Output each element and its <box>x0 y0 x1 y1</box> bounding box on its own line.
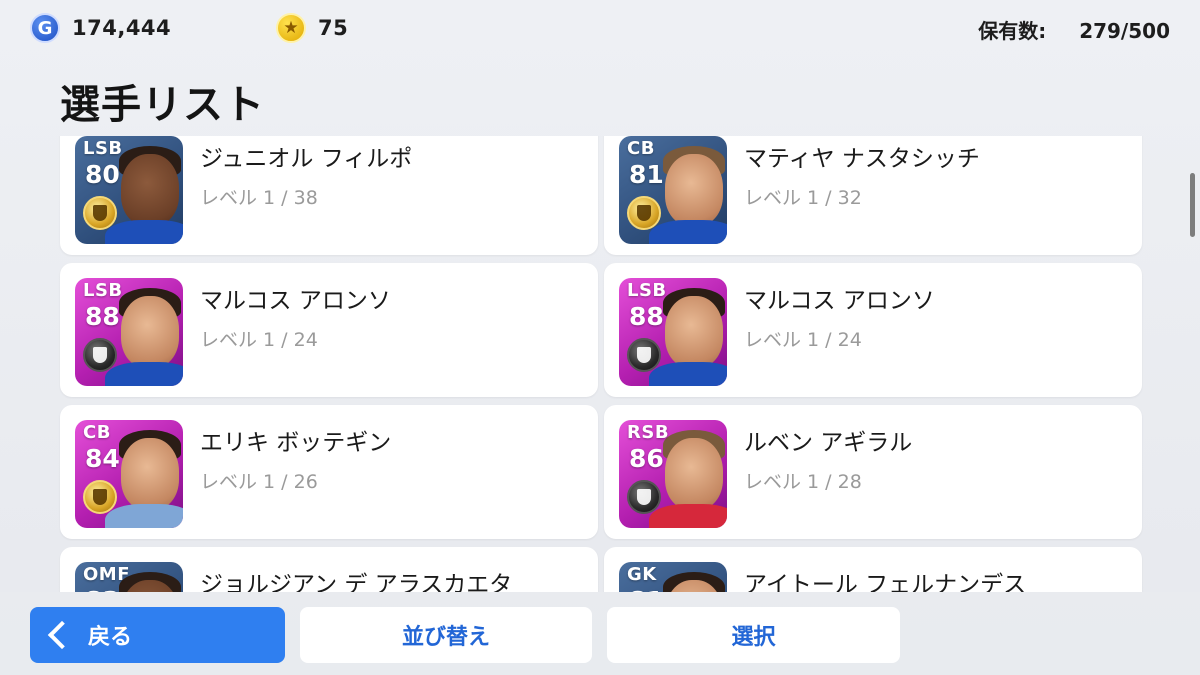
star-coin-icon: ★ <box>276 13 306 43</box>
player-photo-face <box>121 438 179 510</box>
sort-button-label: 並び替え <box>401 625 490 650</box>
coin-balance: ★ 75 <box>276 12 348 44</box>
player-position: LSB <box>627 280 667 301</box>
player-level: レベル 1 / 24 <box>744 329 862 351</box>
player-portrait: CB 84 <box>75 420 183 528</box>
player-portrait: OMF 83 <box>75 562 183 592</box>
player-position: GK <box>627 564 657 585</box>
player-rating: 81 <box>629 160 664 189</box>
player-level: レベル 1 / 26 <box>200 471 318 493</box>
player-name: ジョルジアン デ アラスカエタ <box>200 572 513 592</box>
club-badge-icon <box>83 196 117 230</box>
player-portrait: GK 81 <box>619 562 727 592</box>
player-name: マルコス アロンソ <box>744 288 935 314</box>
player-name: ジュニオル フィルポ <box>200 146 413 172</box>
player-position: CB <box>83 422 111 443</box>
gp-value: 174,444 <box>72 16 172 40</box>
player-photo-shirt <box>105 504 183 528</box>
player-portrait: LSB 80 <box>75 136 183 244</box>
player-rating: 86 <box>629 444 664 473</box>
player-position: CB <box>627 138 655 159</box>
select-button-label: 選択 <box>731 625 776 650</box>
gp-coin-icon: G <box>30 13 60 43</box>
player-level: レベル 1 / 24 <box>200 329 318 351</box>
player-photo-face <box>121 154 179 226</box>
player-rating: 80 <box>85 160 120 189</box>
player-photo-face <box>665 296 723 368</box>
player-photo-face <box>121 296 179 368</box>
player-position: OMF <box>83 564 131 585</box>
list-scrollbar[interactable] <box>1190 173 1195 237</box>
player-card[interactable]: CB 84 エリキ ボッテギン レベル 1 / 26 <box>60 405 598 539</box>
player-level: レベル 1 / 38 <box>200 187 318 209</box>
player-photo-shirt <box>105 220 183 244</box>
sort-button[interactable]: 並び替え <box>300 607 592 663</box>
player-card[interactable]: CB 81 マティヤ ナスタシッチ レベル 1 / 32 <box>604 136 1142 255</box>
player-photo-shirt <box>649 362 727 386</box>
player-name: ルベン アギラル <box>744 430 913 456</box>
player-name: アイトール フェルナンデス <box>744 572 1027 592</box>
player-portrait: LSB 88 <box>75 278 183 386</box>
player-list[interactable]: LSB 80 ジュニオル フィルポ レベル 1 / 38 CB 81 マティヤ … <box>0 136 1200 592</box>
player-rating: 88 <box>85 302 120 331</box>
player-card[interactable]: RSB 86 ルベン アギラル レベル 1 / 28 <box>604 405 1142 539</box>
player-card[interactable]: LSB 88 マルコス アロンソ レベル 1 / 24 <box>60 263 598 397</box>
player-photo-face <box>665 154 723 226</box>
coin-value: 75 <box>318 16 349 40</box>
select-button[interactable]: 選択 <box>607 607 900 663</box>
bottom-action-bar: 戻る 並び替え 選択 <box>0 592 1200 675</box>
player-card[interactable]: LSB 88 マルコス アロンソ レベル 1 / 24 <box>604 263 1142 397</box>
club-badge-icon <box>627 480 661 514</box>
chevron-left-icon <box>47 620 77 650</box>
player-portrait: RSB 86 <box>619 420 727 528</box>
gp-balance: G 174,444 <box>30 12 171 44</box>
top-bar: G 174,444 ★ 75 保有数: 279/500 <box>0 0 1200 56</box>
back-button-label: 戻る <box>88 625 133 650</box>
player-photo-face <box>665 438 723 510</box>
player-card[interactable]: GK 81 アイトール フェルナンデス <box>604 547 1142 592</box>
player-position: LSB <box>83 138 123 159</box>
player-card[interactable]: OMF 83 ジョルジアン デ アラスカエタ <box>60 547 598 592</box>
player-rating: 84 <box>85 444 120 473</box>
club-badge-icon <box>627 196 661 230</box>
club-badge-icon <box>83 480 117 514</box>
holding-value: 279/500 <box>1079 19 1170 43</box>
player-level: レベル 1 / 28 <box>744 471 862 493</box>
holding-label: 保有数: <box>978 19 1047 43</box>
player-level: レベル 1 / 32 <box>744 187 862 209</box>
player-portrait: CB 81 <box>619 136 727 244</box>
player-photo-shirt <box>649 504 727 528</box>
club-badge-icon <box>627 338 661 372</box>
player-name: マルコス アロンソ <box>200 288 391 314</box>
player-position: RSB <box>627 422 670 443</box>
player-card[interactable]: LSB 80 ジュニオル フィルポ レベル 1 / 38 <box>60 136 598 255</box>
back-button[interactable]: 戻る <box>30 607 285 663</box>
holding-count: 保有数: 279/500 <box>978 15 1170 44</box>
player-photo-shirt <box>105 362 183 386</box>
player-name: マティヤ ナスタシッチ <box>744 146 980 172</box>
club-badge-icon <box>83 338 117 372</box>
player-name: エリキ ボッテギン <box>200 430 392 456</box>
page-title: 選手リスト <box>60 82 265 128</box>
player-portrait: LSB 88 <box>619 278 727 386</box>
player-position: LSB <box>83 280 123 301</box>
player-photo-shirt <box>649 220 727 244</box>
player-rating: 88 <box>629 302 664 331</box>
